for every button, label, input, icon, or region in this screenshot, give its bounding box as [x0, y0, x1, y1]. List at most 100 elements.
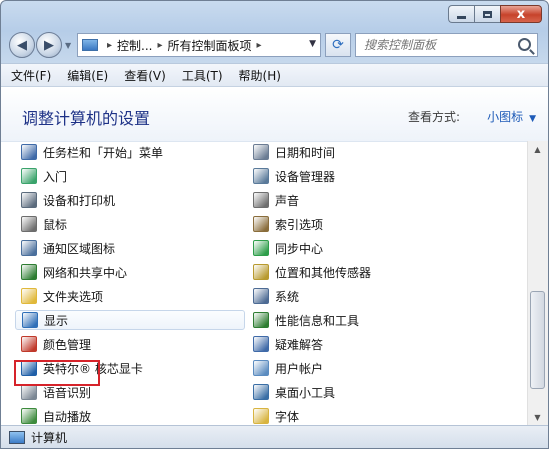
- control-panel-item[interactable]: 同步中心: [253, 238, 323, 258]
- item-label: 语音识别: [43, 385, 92, 400]
- item-label: 疑难解答: [275, 337, 324, 352]
- control-panel-item[interactable]: 网络和共享中心: [21, 262, 127, 282]
- printer-icon: [21, 192, 37, 208]
- item-label: 声音: [275, 193, 300, 208]
- getting-started-icon: [21, 168, 37, 184]
- control-panel-item[interactable]: 颜色管理: [21, 334, 91, 354]
- control-panel-icon: [82, 39, 98, 51]
- window-controls: x: [448, 5, 542, 23]
- item-label: 设备和打印机: [43, 193, 116, 208]
- control-panel-item[interactable]: 日期和时间: [253, 142, 335, 162]
- vertical-scrollbar[interactable]: ▲ ▼: [527, 141, 548, 426]
- menu-bar: 文件(F) 编辑(E) 查看(V) 工具(T) 帮助(H): [1, 63, 548, 87]
- fonts-icon: [253, 408, 269, 424]
- control-panel-item[interactable]: 声音: [253, 190, 299, 210]
- display-item[interactable]: 显示: [15, 310, 245, 330]
- color-management-icon: [21, 336, 37, 352]
- scroll-thumb[interactable]: [530, 291, 545, 389]
- item-label: 显示: [44, 313, 69, 328]
- item-label: 同步中心: [275, 241, 324, 256]
- item-label: 系统: [275, 289, 300, 304]
- control-panel-item[interactable]: 设备管理器: [253, 166, 335, 186]
- content-pane: 调整计算机的设置 查看方式: 小图标 ▼ 任务栏和「开始」菜单 入门 设备和打印机 鼠标…: [1, 87, 548, 426]
- menu-edit[interactable]: 编辑(E): [67, 67, 108, 84]
- breadcrumb-control-panel[interactable]: 控制...: [117, 37, 152, 54]
- control-panel-item[interactable]: 桌面小工具: [253, 382, 335, 402]
- view-by-dropdown[interactable]: 小图标 ▼: [487, 108, 536, 125]
- control-panel-item[interactable]: 语音识别: [21, 382, 91, 402]
- device-manager-icon: [253, 168, 269, 184]
- control-panel-item[interactable]: 自动播放: [21, 406, 91, 426]
- breadcrumb-separator-icon[interactable]: ▸: [107, 40, 112, 51]
- address-bar[interactable]: ▸ 控制... ▸ 所有控制面板项 ▸ ▼: [77, 33, 321, 57]
- back-button[interactable]: ◀: [9, 32, 35, 58]
- view-by-label: 查看方式:: [407, 110, 460, 124]
- chevron-down-icon[interactable]: ▼: [529, 114, 536, 124]
- folder-icon: [21, 288, 37, 304]
- control-panel-item[interactable]: 位置和其他传感器: [253, 262, 371, 282]
- control-panel-item[interactable]: 英特尔® 核芯显卡: [21, 358, 143, 378]
- item-label: 桌面小工具: [275, 385, 336, 400]
- breadcrumb-all-items[interactable]: 所有控制面板项: [168, 37, 252, 54]
- item-label: 鼠标: [43, 217, 68, 232]
- refresh-button[interactable]: ⟳: [325, 33, 351, 57]
- control-panel-item[interactable]: 系统: [253, 286, 299, 306]
- control-panel-item[interactable]: 用户帐户: [253, 358, 323, 378]
- control-panel-item[interactable]: 字体: [253, 406, 299, 426]
- scroll-down-icon[interactable]: ▼: [528, 409, 547, 426]
- network-icon: [21, 264, 37, 280]
- control-panel-item[interactable]: 设备和打印机: [21, 190, 115, 210]
- gadgets-icon: [253, 384, 269, 400]
- close-icon: x: [516, 6, 526, 22]
- status-bar: 计算机: [1, 425, 548, 448]
- clock-icon: [253, 144, 269, 160]
- address-dropdown-icon[interactable]: ▼: [309, 39, 316, 49]
- search-icon[interactable]: [518, 38, 531, 51]
- recent-pages-dropdown[interactable]: ▼: [65, 41, 71, 50]
- scroll-up-icon[interactable]: ▲: [528, 141, 547, 158]
- sensor-icon: [253, 264, 269, 280]
- item-label: 通知区域图标: [43, 241, 116, 256]
- mouse-icon: [21, 216, 37, 232]
- item-label: 任务栏和「开始」菜单: [43, 145, 164, 160]
- item-label: 索引选项: [275, 217, 324, 232]
- computer-icon: [9, 430, 25, 444]
- microphone-icon: [21, 384, 37, 400]
- control-panel-item[interactable]: 性能信息和工具: [253, 310, 359, 330]
- maximize-icon: [483, 10, 492, 18]
- item-label: 颜色管理: [43, 337, 92, 352]
- control-panel-item[interactable]: 鼠标: [21, 214, 67, 234]
- minimize-icon: [457, 15, 466, 19]
- item-label: 用户帐户: [275, 361, 324, 376]
- menu-file[interactable]: 文件(F): [11, 67, 51, 84]
- maximize-button[interactable]: [474, 5, 500, 23]
- navigation-row: ◀ ▶ ▼ ▸ 控制... ▸ 所有控制面板项 ▸ ▼ ⟳: [9, 31, 542, 61]
- sync-icon: [253, 240, 269, 256]
- item-label: 性能信息和工具: [275, 313, 360, 328]
- taskbar-icon: [21, 144, 37, 160]
- control-panel-item[interactable]: 通知区域图标: [21, 238, 115, 258]
- content-header: 调整计算机的设置 查看方式: 小图标 ▼: [1, 87, 548, 142]
- breadcrumb-separator-icon[interactable]: ▸: [257, 40, 262, 51]
- control-panel-items: 任务栏和「开始」菜单入门设备和打印机 鼠标通知区域图标网络和共享中心文件夹选项显示…: [1, 141, 526, 426]
- menu-view[interactable]: 查看(V): [124, 67, 166, 84]
- search-box[interactable]: [355, 33, 538, 57]
- forward-button[interactable]: ▶: [36, 32, 62, 58]
- search-input[interactable]: [362, 37, 516, 53]
- close-button[interactable]: x: [500, 5, 542, 23]
- menu-tools[interactable]: 工具(T): [182, 67, 223, 84]
- view-by-value[interactable]: 小图标: [487, 110, 523, 124]
- control-panel-item[interactable]: 文件夹选项: [21, 286, 103, 306]
- menu-help[interactable]: 帮助(H): [239, 67, 281, 84]
- item-label: 位置和其他传感器: [275, 265, 372, 280]
- minimize-button[interactable]: [448, 5, 474, 23]
- control-panel-item[interactable]: 索引选项: [253, 214, 323, 234]
- troubleshoot-icon: [253, 336, 269, 352]
- control-panel-item[interactable]: 疑难解答: [253, 334, 323, 354]
- control-panel-window: x ◀ ▶ ▼ ▸ 控制... ▸ 所有控制面板项 ▸ ▼ ⟳ 文件(F) 编辑…: [0, 0, 549, 449]
- item-label: 日期和时间: [275, 145, 336, 160]
- breadcrumb-separator-icon[interactable]: ▸: [157, 40, 162, 51]
- control-panel-item[interactable]: 入门: [21, 166, 67, 186]
- control-panel-item[interactable]: 任务栏和「开始」菜单: [21, 142, 163, 162]
- item-label: 文件夹选项: [43, 289, 104, 304]
